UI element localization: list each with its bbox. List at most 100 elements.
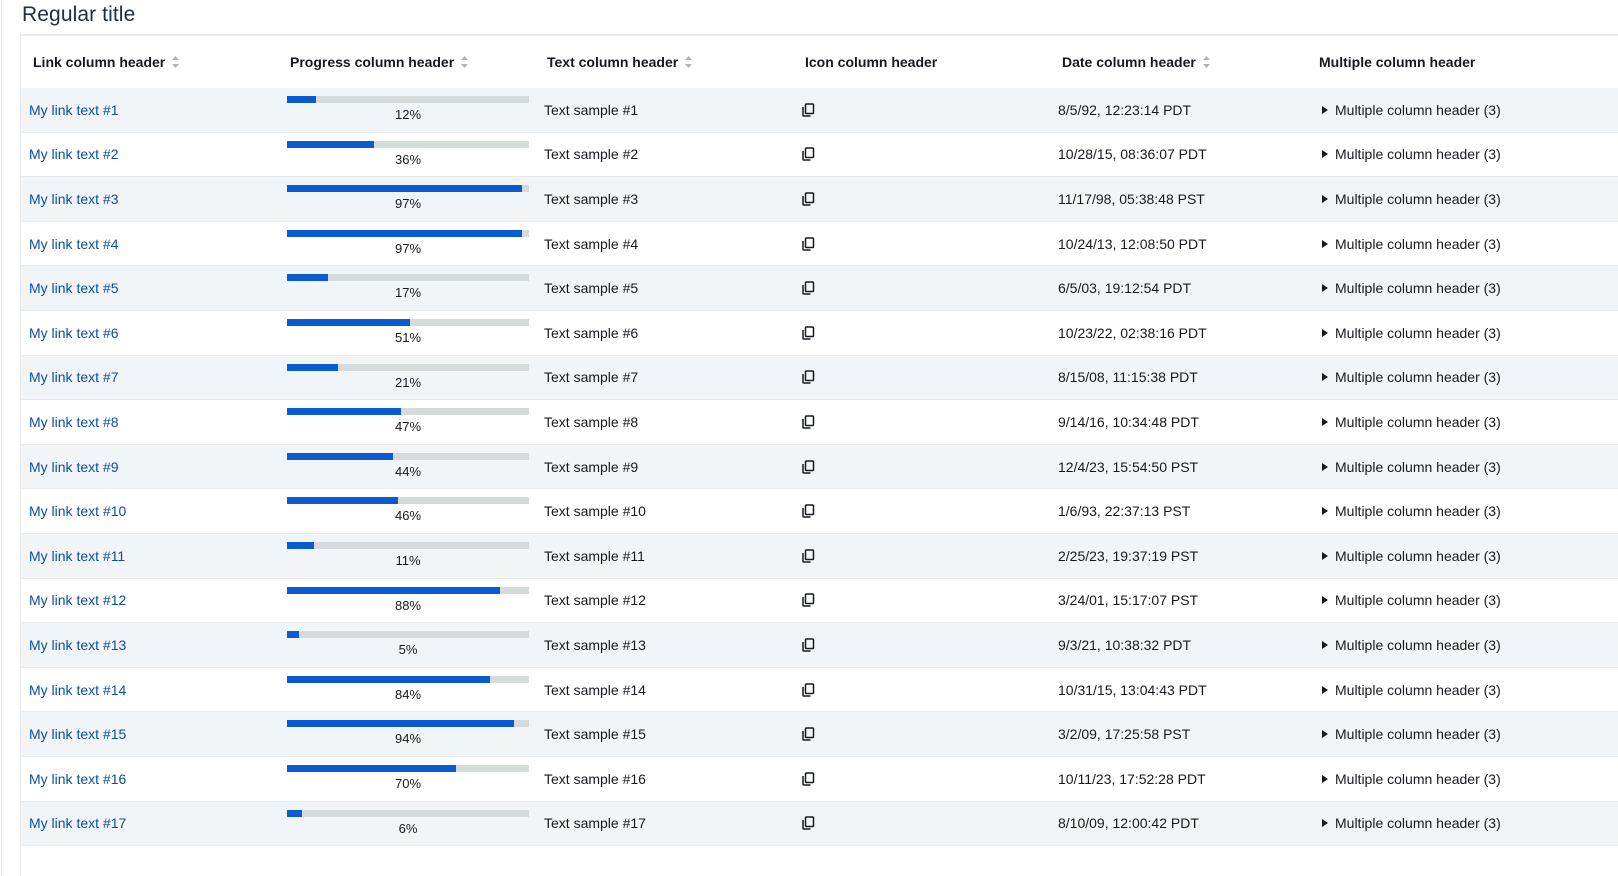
text-value: Text sample #13	[544, 636, 646, 653]
multiple-cell: Multiple column header (3)	[1322, 133, 1501, 177]
copy-icon[interactable]	[801, 326, 815, 340]
copy-icon[interactable]	[801, 415, 815, 429]
date-value: 6/5/03, 19:12:54 PDT	[1058, 280, 1192, 297]
text-cell: Text sample #10	[544, 489, 646, 533]
row-link[interactable]: My link text #11	[29, 548, 125, 564]
column-header-progress[interactable]: Progress column header	[290, 36, 469, 88]
caret-right-icon	[1322, 462, 1328, 471]
date-cell: 10/23/22, 02:38:16 PDT	[1058, 311, 1207, 355]
date-cell: 6/5/03, 19:12:54 PDT	[1058, 266, 1191, 310]
column-header-date[interactable]: Date column header	[1062, 36, 1211, 88]
table-row: My link text #15 94% Text sample #15 3/2…	[21, 712, 1618, 757]
copy-icon[interactable]	[801, 370, 815, 385]
row-link[interactable]: My link text #13	[29, 637, 126, 653]
date-cell: 8/5/92, 12:23:14 PDT	[1058, 88, 1191, 132]
link-cell: My link text #8	[29, 400, 118, 444]
copy-icon[interactable]	[801, 548, 815, 563]
copy-icon[interactable]	[801, 103, 815, 117]
text-value: Text sample #6	[544, 324, 639, 341]
expand-toggle[interactable]: Multiple column header (3)	[1322, 726, 1501, 742]
progress-cell: 88%	[287, 586, 529, 617]
left-divider	[1, 0, 2, 876]
caret-right-icon	[1322, 417, 1328, 426]
row-link[interactable]: My link text #9	[29, 459, 118, 475]
date-cell: 9/3/21, 10:38:32 PDT	[1058, 623, 1191, 667]
copy-icon[interactable]	[801, 504, 815, 518]
link-cell: My link text #11	[29, 534, 125, 578]
row-link[interactable]: My link text #2	[29, 146, 118, 162]
sort-icon[interactable]	[1202, 55, 1211, 69]
row-link[interactable]: My link text #15	[29, 726, 126, 742]
multiple-value: Multiple column header (3)	[1335, 681, 1501, 698]
progress-bar	[287, 497, 529, 505]
copy-icon[interactable]	[801, 192, 815, 206]
date-value: 2/25/23, 19:37:19 PST	[1058, 547, 1199, 564]
row-link[interactable]: My link text #17	[29, 815, 126, 831]
multiple-cell: Multiple column header (3)	[1322, 802, 1501, 846]
expand-toggle[interactable]: Multiple column header (3)	[1322, 102, 1501, 118]
copy-icon[interactable]	[801, 147, 815, 162]
copy-icon[interactable]	[801, 459, 815, 474]
date-cell: 3/24/01, 15:17:07 PST	[1058, 579, 1198, 623]
text-value: Text sample #17	[544, 815, 646, 832]
row-link[interactable]: My link text #3	[29, 191, 118, 207]
row-link[interactable]: My link text #1	[29, 102, 118, 118]
icon-cell	[801, 802, 815, 846]
table-row: My link text #12 88% Text sample #12 3/2…	[21, 578, 1618, 624]
text-cell: Text sample #4	[544, 222, 638, 266]
expand-toggle[interactable]: Multiple column header (3)	[1322, 682, 1501, 698]
expand-toggle[interactable]: Multiple column header (3)	[1322, 280, 1501, 296]
expand-toggle[interactable]: Multiple column header (3)	[1322, 771, 1501, 787]
multiple-cell: Multiple column header (3)	[1322, 88, 1501, 132]
row-link[interactable]: My link text #5	[29, 280, 118, 296]
text-value: Text sample #12	[544, 592, 646, 609]
row-link[interactable]: My link text #6	[29, 325, 118, 341]
expand-toggle[interactable]: Multiple column header (3)	[1322, 815, 1501, 831]
text-value: Text sample #7	[544, 369, 639, 386]
copy-icon[interactable]	[801, 281, 815, 295]
column-header-text[interactable]: Text column header	[547, 36, 693, 88]
expand-toggle[interactable]: Multiple column header (3)	[1322, 459, 1501, 475]
sort-icon[interactable]	[171, 55, 180, 69]
row-link[interactable]: My link text #14	[29, 682, 126, 698]
row-link[interactable]: My link text #8	[29, 414, 118, 430]
copy-icon[interactable]	[801, 816, 815, 831]
expand-toggle[interactable]: Multiple column header (3)	[1322, 414, 1501, 430]
multiple-cell: Multiple column header (3)	[1322, 489, 1501, 533]
multiple-cell: Multiple column header (3)	[1322, 356, 1501, 400]
link-cell: My link text #5	[29, 266, 118, 310]
expand-toggle[interactable]: Multiple column header (3)	[1322, 191, 1501, 207]
column-header-link[interactable]: Link column header	[33, 36, 180, 88]
sort-icon[interactable]	[460, 55, 469, 69]
progress-cell: 6%	[287, 809, 529, 840]
expand-toggle[interactable]: Multiple column header (3)	[1322, 236, 1501, 252]
expand-toggle[interactable]: Multiple column header (3)	[1322, 369, 1501, 385]
multiple-cell: Multiple column header (3)	[1322, 445, 1501, 489]
row-link[interactable]: My link text #16	[29, 771, 126, 787]
date-value: 10/31/15, 13:04:43 PDT	[1058, 681, 1207, 698]
progress-bar-fill	[287, 363, 338, 371]
progress-bar	[287, 274, 529, 282]
expand-toggle[interactable]: Multiple column header (3)	[1322, 325, 1501, 341]
copy-icon[interactable]	[801, 771, 815, 786]
row-link[interactable]: My link text #12	[29, 592, 126, 608]
copy-icon[interactable]	[801, 638, 815, 652]
copy-icon[interactable]	[801, 727, 815, 741]
copy-icon[interactable]	[801, 593, 815, 608]
progress-label: 12%	[394, 107, 422, 122]
expand-toggle[interactable]: Multiple column header (3)	[1322, 592, 1501, 608]
text-value: Text sample #4	[544, 235, 639, 252]
expand-toggle[interactable]: Multiple column header (3)	[1322, 637, 1501, 653]
expand-toggle[interactable]: Multiple column header (3)	[1322, 503, 1501, 519]
expand-toggle[interactable]: Multiple column header (3)	[1322, 548, 1501, 564]
link-cell: My link text #6	[29, 311, 118, 355]
expand-toggle[interactable]: Multiple column header (3)	[1322, 146, 1501, 162]
row-link[interactable]: My link text #4	[29, 236, 118, 252]
row-link[interactable]: My link text #10	[29, 503, 126, 519]
progress-bar-fill	[287, 140, 375, 148]
sort-icon[interactable]	[684, 55, 693, 69]
copy-icon[interactable]	[801, 682, 815, 697]
row-link[interactable]: My link text #7	[29, 369, 118, 385]
copy-icon[interactable]	[801, 236, 815, 251]
text-cell: Text sample #3	[544, 177, 638, 221]
